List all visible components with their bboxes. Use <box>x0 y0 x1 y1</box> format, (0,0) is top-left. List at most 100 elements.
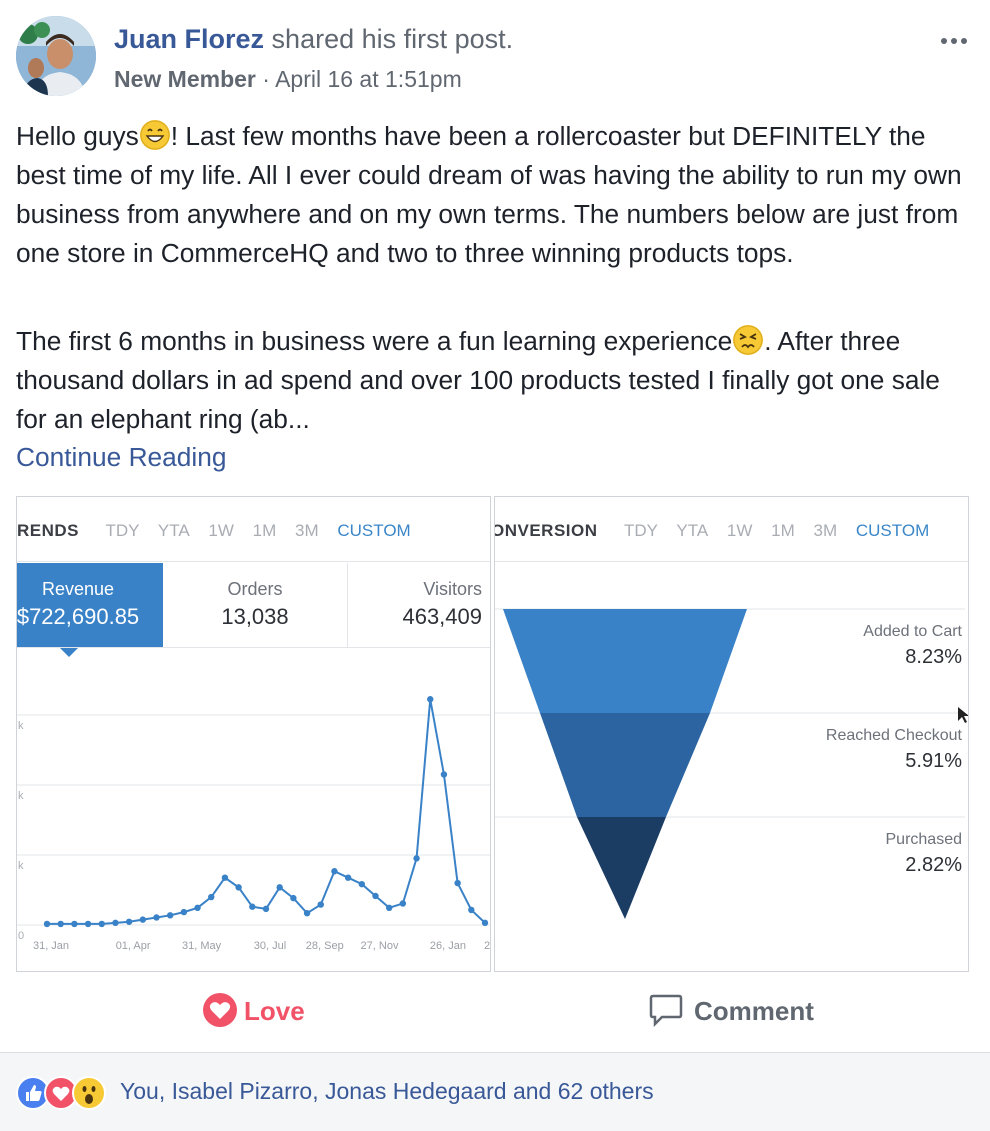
revenue-data-point <box>440 771 448 778</box>
grinning-emoji-icon <box>139 120 170 150</box>
conv-tab-yta[interactable]: YTA <box>676 521 708 540</box>
comment-icon <box>649 994 683 1028</box>
funnel-stage-added-to-cart <box>503 609 747 713</box>
y-tick-label: k <box>18 720 24 732</box>
tab-tdy[interactable]: TDY <box>105 521 139 540</box>
persevering-emoji-icon <box>733 325 764 355</box>
revenue-data-point <box>290 894 297 902</box>
tab-yta[interactable]: YTA <box>158 521 190 540</box>
stage-3-label: Purchased <box>885 831 963 848</box>
stage-1-value: 8.23% <box>905 646 962 668</box>
love-icon <box>203 993 237 1027</box>
revenue-line-chart: 0 k k k 31, Jan 01, Apr 31, May 30, Jul 28, Sep 2… <box>17 696 490 952</box>
continue-reading-link[interactable]: Continue Reading <box>16 438 227 477</box>
revenue-series-line <box>47 699 486 925</box>
author-name[interactable]: Juan Florez <box>114 24 264 54</box>
funnel-stage-3: Purchased 2.82% <box>886 831 963 877</box>
reactions-names[interactable]: You, Isabel Pizarro, Jonas Hedegaard and… <box>120 1078 654 1105</box>
tab-1m[interactable]: 1M <box>253 521 277 540</box>
post-paragraph-1: Hello guys! Last few months have been a … <box>16 117 976 273</box>
kpi-visitors[interactable]: Visitors 463,409 <box>348 563 490 647</box>
tab-3m[interactable]: 3M <box>295 521 319 540</box>
post-action-text: shared his first post. <box>271 24 514 54</box>
revenue-data-point <box>481 919 489 927</box>
love-label: Love <box>244 996 305 1026</box>
y-tick-label: k <box>18 790 24 802</box>
mouse-cursor-icon <box>958 707 968 723</box>
meta-separator: · <box>262 66 270 92</box>
revenue-data-point <box>208 893 215 901</box>
revenue-data-point <box>468 906 475 914</box>
funnel-stage-1: Added to Cart 8.23% <box>863 623 962 669</box>
x-tick-label: 27, Nov <box>361 940 399 952</box>
revenue-data-point <box>166 912 174 919</box>
member-badge: New Member <box>114 66 256 92</box>
revenue-data-point <box>71 920 78 928</box>
revenue-data-point <box>43 920 51 928</box>
post-paragraph-2: The first 6 months in business were a fu… <box>16 322 976 439</box>
conv-tab-1w[interactable]: 1W <box>727 521 753 540</box>
revenue-data-point <box>112 919 119 927</box>
conv-tab-custom[interactable]: CUSTOM <box>856 521 929 540</box>
stage-3-value: 2.82% <box>905 854 962 876</box>
revenue-data-point <box>276 884 283 891</box>
kpi-orders-value: 13,038 <box>221 604 289 629</box>
revenue-data-point <box>84 920 92 928</box>
trends-panel: RENDS TDY YTA 1W 1M 3M CUSTOM Revenue $7… <box>16 496 491 972</box>
revenue-data-point <box>57 920 64 928</box>
x-tick-label: 31, Jan <box>33 940 69 952</box>
funnel-stage-reached-checkout <box>540 713 710 817</box>
kpi-revenue[interactable]: Revenue $722,690.85 <box>17 563 163 647</box>
author-avatar[interactable] <box>16 16 96 96</box>
wow-icon <box>72 1076 106 1110</box>
more-options-button[interactable] <box>940 22 968 53</box>
post-meta: New Member · April 16 at 1:51pm <box>114 66 462 93</box>
revenue-data-point <box>413 855 420 862</box>
revenue-data-point <box>399 900 407 907</box>
revenue-data-point <box>331 868 338 875</box>
conversion-panel: ONVERSION TDY YTA 1W 1M 3M CUSTOM Added … <box>494 496 969 972</box>
comment-button[interactable]: Comment <box>648 992 814 1028</box>
conv-tab-tdy[interactable]: TDY <box>624 521 658 540</box>
love-button[interactable]: Love <box>202 992 305 1028</box>
post-timestamp[interactable]: April 16 at 1:51pm <box>275 66 462 92</box>
kpi-orders[interactable]: Orders 13,038 <box>163 563 347 647</box>
y-tick-label: k <box>18 860 24 872</box>
revenue-data-point <box>427 696 434 703</box>
stage-2-value: 5.91% <box>905 750 962 772</box>
revenue-data-point <box>249 903 256 910</box>
avatar-photo <box>16 16 96 96</box>
paragraph1-start: Hello guys <box>16 121 139 151</box>
y-tick-label: 0 <box>18 930 24 942</box>
post-header-line: Juan Florez shared his first post. <box>114 24 513 55</box>
x-tick-label: 01, Apr <box>116 940 151 952</box>
revenue-data-point <box>303 909 311 917</box>
conv-tab-1m[interactable]: 1M <box>771 521 795 540</box>
revenue-data-point <box>235 884 242 891</box>
revenue-data-point <box>454 879 461 887</box>
revenue-data-point <box>358 880 366 888</box>
conversion-tabs: ONVERSION TDY YTA 1W 1M 3M CUSTOM <box>495 521 943 541</box>
tab-custom[interactable]: CUSTOM <box>337 521 410 540</box>
more-horizontal-icon <box>941 38 967 44</box>
revenue-data-point <box>221 874 229 881</box>
reactions-summary[interactable]: You, Isabel Pizarro, Jonas Hedegaard and… <box>16 1074 976 1110</box>
revenue-data-point <box>180 908 188 916</box>
revenue-data-point <box>194 904 201 911</box>
conv-tab-3m[interactable]: 3M <box>814 521 838 540</box>
tab-1w[interactable]: 1W <box>208 521 234 540</box>
stage-2-label: Reached Checkout <box>825 727 962 744</box>
x-tick-label: 26, Jan <box>430 940 466 952</box>
paragraph2-start: The first 6 months in business were a fu… <box>16 326 733 356</box>
revenue-data-point <box>317 901 324 908</box>
x-tick-label: 28, Sep <box>306 940 344 952</box>
x-tick-label: 30, Jul <box>254 940 286 952</box>
revenue-data-point <box>344 874 352 881</box>
revenue-data-point <box>139 916 147 923</box>
comment-label: Comment <box>694 996 814 1026</box>
revenue-data-point <box>372 892 379 900</box>
funnel-stage-2: Reached Checkout 5.91% <box>826 727 962 773</box>
x-tick-label: 31, May <box>182 940 222 952</box>
stage-1-label: Added to Cart <box>863 623 962 640</box>
trends-title: RENDS <box>17 521 80 540</box>
